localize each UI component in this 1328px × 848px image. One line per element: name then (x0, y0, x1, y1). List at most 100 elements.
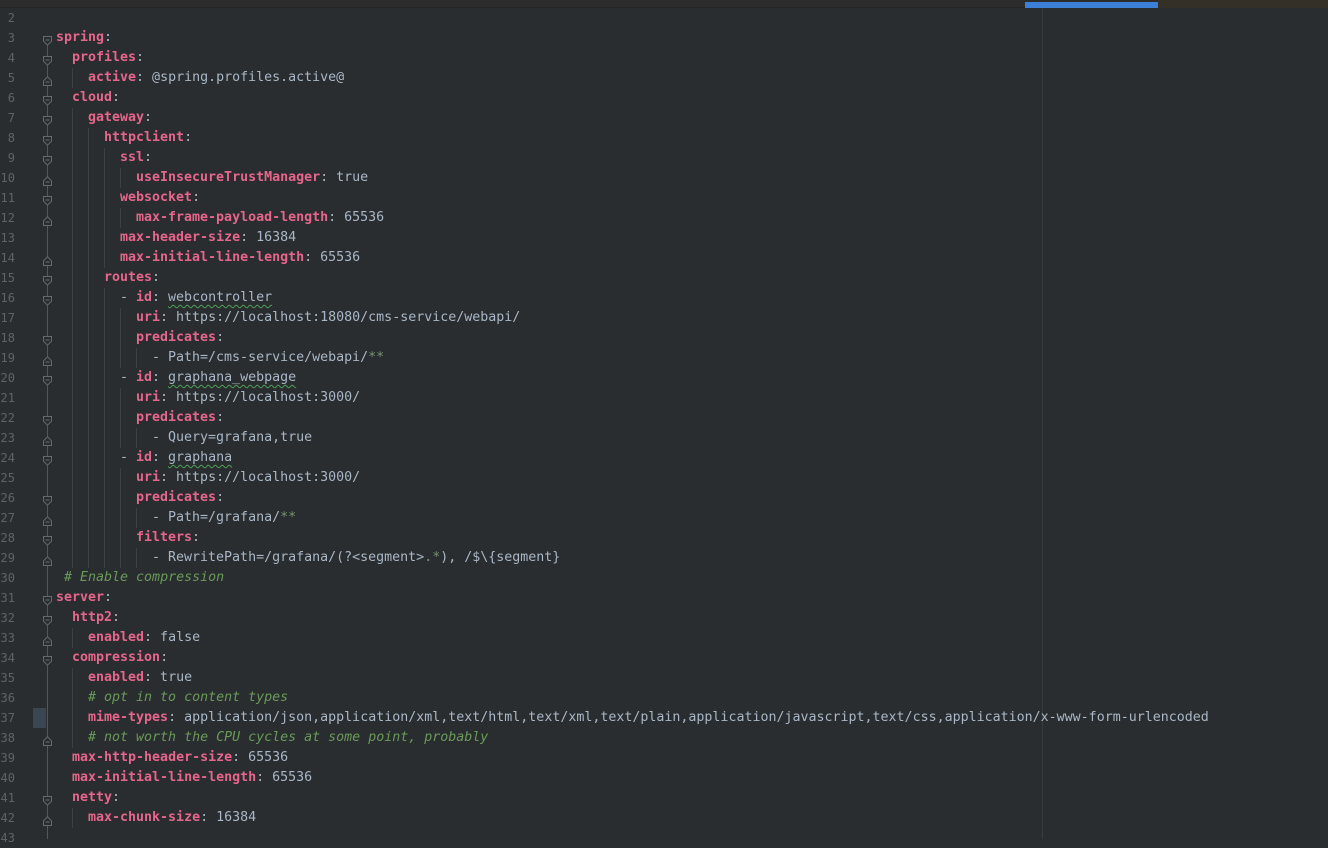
fold-expanded-icon[interactable] (42, 792, 53, 806)
code-line[interactable]: 29 - RewritePath=/grafana/(?<segment>.*),… (0, 548, 1328, 568)
line-number[interactable]: 23 (0, 428, 15, 448)
line-number[interactable]: 27 (0, 508, 15, 528)
code-line[interactable]: 43 (0, 828, 1328, 848)
line-number[interactable]: 21 (0, 388, 15, 408)
line-number[interactable]: 18 (0, 328, 15, 348)
code-line[interactable]: 6 cloud: (0, 88, 1328, 108)
code-line[interactable]: 27 - Path=/grafana/** (0, 508, 1328, 528)
fold-expanded-icon[interactable] (42, 332, 53, 346)
code-line[interactable]: 7 gateway: (0, 108, 1328, 128)
line-number[interactable]: 5 (0, 68, 15, 88)
line-number[interactable]: 7 (0, 108, 15, 128)
fold-expanded-icon[interactable] (42, 52, 53, 66)
line-number[interactable]: 20 (0, 368, 15, 388)
fold-expanded-icon[interactable] (42, 532, 53, 546)
line-number[interactable]: 3 (0, 28, 15, 48)
fold-end-icon[interactable] (42, 632, 53, 646)
fold-expanded-icon[interactable] (42, 292, 53, 306)
code-line[interactable]: 31 server: (0, 588, 1328, 608)
fold-expanded-icon[interactable] (42, 652, 53, 666)
fold-end-icon[interactable] (42, 352, 53, 366)
code-line[interactable]: 35 enabled: true (0, 668, 1328, 688)
changed-line-marker[interactable] (33, 708, 46, 728)
code-line[interactable]: 22 predicates: (0, 408, 1328, 428)
code-line[interactable]: 15 routes: (0, 268, 1328, 288)
code-line[interactable]: 3 spring: (0, 28, 1328, 48)
code-line[interactable]: 17 uri: https://localhost:18080/cms-servi… (0, 308, 1328, 328)
fold-end-icon[interactable] (42, 72, 53, 86)
fold-end-icon[interactable] (42, 172, 53, 186)
line-number[interactable]: 25 (0, 468, 15, 488)
line-number[interactable]: 14 (0, 248, 15, 268)
code-line[interactable]: 42 max-chunk-size: 16384 (0, 808, 1328, 828)
code-line[interactable]: 18 predicates: (0, 328, 1328, 348)
code-editor[interactable]: 2 3 spring: 4 profiles: 5 active: @spring.prof… (0, 8, 1328, 845)
line-number[interactable]: 13 (0, 228, 15, 248)
code-line[interactable]: 14 max-initial-line-length: 65536 (0, 248, 1328, 268)
code-line[interactable]: 25 uri: https://localhost:3000/ (0, 468, 1328, 488)
line-number[interactable]: 40 (0, 768, 15, 788)
line-number[interactable]: 15 (0, 268, 15, 288)
code-line[interactable]: 23 - Query=grafana,true (0, 428, 1328, 448)
line-number[interactable]: 28 (0, 528, 15, 548)
line-number[interactable]: 11 (0, 188, 15, 208)
line-number[interactable]: 43 (0, 828, 15, 848)
code-line[interactable]: 5 active: @spring.profiles.active@ (0, 68, 1328, 88)
code-line[interactable]: 19 - Path=/cms-service/webapi/** (0, 348, 1328, 368)
line-number[interactable]: 8 (0, 128, 15, 148)
line-number[interactable]: 42 (0, 808, 15, 828)
line-number[interactable]: 6 (0, 88, 15, 108)
line-number[interactable]: 19 (0, 348, 15, 368)
line-number[interactable]: 10 (0, 168, 15, 188)
line-number[interactable]: 39 (0, 748, 15, 768)
line-number[interactable]: 32 (0, 608, 15, 628)
line-number[interactable]: 35 (0, 668, 15, 688)
fold-expanded-icon[interactable] (42, 452, 53, 466)
code-line[interactable]: 10 useInsecureTrustManager: true (0, 168, 1328, 188)
code-line[interactable]: 33 enabled: false (0, 628, 1328, 648)
line-number[interactable]: 41 (0, 788, 15, 808)
line-number[interactable]: 37 (0, 708, 15, 728)
line-number[interactable]: 38 (0, 728, 15, 748)
fold-end-icon[interactable] (42, 552, 53, 566)
code-line[interactable]: 40 max-initial-line-length: 65536 (0, 768, 1328, 788)
fold-expanded-icon[interactable] (42, 272, 53, 286)
fold-end-icon[interactable] (42, 432, 53, 446)
fold-expanded-icon[interactable] (42, 32, 53, 46)
code-line[interactable]: 37 mime-types: application/json,applicati… (0, 708, 1328, 728)
code-line[interactable]: 26 predicates: (0, 488, 1328, 508)
code-line[interactable]: 13 max-header-size: 16384 (0, 228, 1328, 248)
line-number[interactable]: 2 (0, 8, 15, 28)
fold-end-icon[interactable] (42, 252, 53, 266)
line-number[interactable]: 36 (0, 688, 15, 708)
code-line[interactable]: 8 httpclient: (0, 128, 1328, 148)
code-line[interactable]: 41 netty: (0, 788, 1328, 808)
fold-expanded-icon[interactable] (42, 152, 53, 166)
fold-expanded-icon[interactable] (42, 112, 53, 126)
code-line[interactable]: 21 uri: https://localhost:3000/ (0, 388, 1328, 408)
code-line[interactable]: 16 - id: webcontroller (0, 288, 1328, 308)
fold-expanded-icon[interactable] (42, 192, 53, 206)
code-line[interactable]: 38 # not worth the CPU cycles at some poi… (0, 728, 1328, 748)
code-line[interactable]: 20 - id: graphana_webpage (0, 368, 1328, 388)
fold-expanded-icon[interactable] (42, 92, 53, 106)
line-number[interactable]: 17 (0, 308, 15, 328)
line-number[interactable]: 24 (0, 448, 15, 468)
fold-expanded-icon[interactable] (42, 412, 53, 426)
fold-expanded-icon[interactable] (42, 492, 53, 506)
line-number[interactable]: 22 (0, 408, 15, 428)
fold-end-icon[interactable] (42, 812, 53, 826)
fold-expanded-icon[interactable] (42, 132, 53, 146)
code-line[interactable]: 9 ssl: (0, 148, 1328, 168)
code-line[interactable]: 30 # Enable compression (0, 568, 1328, 588)
line-number[interactable]: 29 (0, 548, 15, 568)
line-number[interactable]: 16 (0, 288, 15, 308)
code-line[interactable]: 32 http2: (0, 608, 1328, 628)
code-line[interactable]: 11 websocket: (0, 188, 1328, 208)
fold-end-icon[interactable] (42, 512, 53, 526)
code-line[interactable]: 12 max-frame-payload-length: 65536 (0, 208, 1328, 228)
fold-end-icon[interactable] (42, 212, 53, 226)
code-line[interactable]: 36 # opt in to content types (0, 688, 1328, 708)
line-number[interactable]: 34 (0, 648, 15, 668)
code-line[interactable]: 24 - id: graphana (0, 448, 1328, 468)
